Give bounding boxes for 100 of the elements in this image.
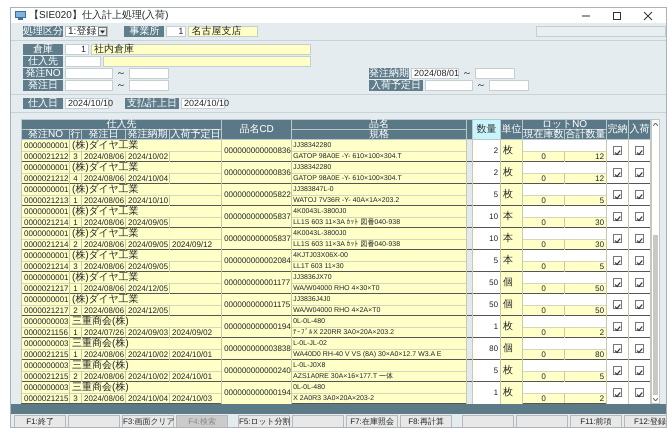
table-cell: 三重商会(株) bbox=[70, 316, 222, 328]
table-cell: 2024/09/02 bbox=[170, 328, 222, 338]
table-cell: 0 bbox=[522, 372, 565, 382]
checkbox[interactable] bbox=[613, 146, 622, 156]
text-field[interactable] bbox=[425, 80, 473, 91]
table-cell: 1 bbox=[472, 382, 501, 404]
table-cell: 000000000000240 bbox=[222, 360, 292, 382]
mode-select[interactable]: 1:登録 bbox=[65, 26, 108, 37]
column-header: 発注納期 bbox=[126, 130, 170, 140]
checkbox[interactable] bbox=[635, 146, 644, 156]
table-cell: 0000000003 bbox=[22, 338, 70, 350]
checkbox[interactable] bbox=[613, 212, 622, 222]
field-label: 事業所 bbox=[124, 26, 164, 37]
column-header: 合計数量 bbox=[564, 130, 607, 140]
date-field[interactable]: 2024/08/01 bbox=[411, 68, 459, 79]
field-label: 発注NO bbox=[23, 68, 63, 79]
text-field[interactable] bbox=[129, 80, 169, 91]
checkbox[interactable] bbox=[635, 366, 644, 376]
monitor-icon bbox=[15, 11, 26, 20]
warehouse-code-field[interactable]: 1 bbox=[65, 44, 89, 55]
table-cell: 1 bbox=[70, 350, 82, 360]
function-key[interactable]: F3:画面クリア bbox=[122, 415, 174, 427]
table-cell: 2024/09/12 bbox=[170, 240, 222, 250]
checkbox[interactable] bbox=[613, 322, 622, 332]
checkbox[interactable] bbox=[613, 344, 622, 354]
table-cell: 0000021215 bbox=[22, 350, 70, 360]
checkbox[interactable] bbox=[613, 234, 622, 244]
scrollbar[interactable] bbox=[651, 119, 660, 404]
checkbox[interactable] bbox=[613, 256, 622, 266]
checkbox[interactable] bbox=[635, 300, 644, 310]
checkbox[interactable] bbox=[613, 190, 622, 200]
table-cell: 0000000001 bbox=[22, 162, 70, 174]
column-header: 発注NO bbox=[22, 130, 70, 140]
table-cell: 三重商会(株) bbox=[70, 338, 222, 350]
table-cell: 個 bbox=[500, 272, 523, 294]
maximize-icon[interactable] bbox=[611, 10, 623, 20]
checkbox[interactable] bbox=[635, 190, 644, 200]
table-cell: 000000000001177 bbox=[222, 272, 292, 294]
table-cell: 5 bbox=[564, 262, 607, 272]
table-cell: 0000000001 bbox=[22, 206, 70, 218]
table-cell: 50 bbox=[564, 306, 607, 316]
table-cell: 30 bbox=[564, 218, 607, 228]
table-cell: 5 bbox=[472, 360, 501, 382]
checkbox[interactable] bbox=[635, 322, 644, 332]
table-cell: 2024/10/02 bbox=[126, 372, 170, 382]
function-key[interactable]: F11:前項 bbox=[570, 415, 622, 427]
table-cell: 枚 bbox=[500, 316, 523, 338]
checkbox[interactable] bbox=[635, 344, 644, 354]
checkbox[interactable] bbox=[613, 300, 622, 310]
table-cell: 0000021212 bbox=[22, 174, 70, 184]
table-cell: 2 bbox=[472, 162, 501, 184]
function-key[interactable]: F5:ロット分割 bbox=[238, 415, 290, 427]
table-cell: 本 bbox=[500, 206, 523, 228]
table-cell: 50 bbox=[564, 284, 607, 294]
function-key[interactable]: F8:再計算 bbox=[400, 415, 452, 427]
scroll-down-button[interactable] bbox=[652, 395, 660, 403]
table-cell: 2024/08/06 bbox=[82, 350, 126, 360]
checkbox[interactable] bbox=[613, 388, 622, 398]
table-cell: 3 bbox=[70, 394, 82, 404]
table-cell: 4 bbox=[70, 174, 82, 184]
text-field[interactable] bbox=[475, 68, 515, 79]
table-cell: 個 bbox=[500, 294, 523, 316]
checkbox[interactable] bbox=[635, 388, 644, 398]
scroll-up-button[interactable] bbox=[652, 120, 660, 128]
field-label: 倉庫 bbox=[23, 44, 63, 55]
table-cell: 5 bbox=[472, 184, 501, 206]
table-cell: 0000000003 bbox=[22, 382, 70, 394]
table-cell: 0 bbox=[522, 350, 565, 360]
checkbox[interactable] bbox=[613, 366, 622, 376]
table-cell: 0 bbox=[522, 328, 565, 338]
text-field[interactable] bbox=[65, 68, 113, 79]
table-cell: 000000000005837 bbox=[222, 206, 292, 228]
checkbox[interactable] bbox=[613, 278, 622, 288]
text-field[interactable] bbox=[129, 68, 169, 79]
checkbox[interactable] bbox=[635, 212, 644, 222]
table-cell: 0000000003 bbox=[22, 360, 70, 372]
close-icon[interactable] bbox=[642, 10, 654, 20]
checkbox[interactable] bbox=[635, 278, 644, 288]
checkbox[interactable] bbox=[613, 168, 622, 178]
table-cell: 本 bbox=[500, 228, 523, 250]
table-cell: 2024/08/06 bbox=[82, 394, 126, 404]
table-cell: 000000000000194 bbox=[222, 316, 292, 338]
function-key[interactable]: F12:登録 bbox=[624, 415, 666, 427]
office-code-field[interactable]: 1 bbox=[166, 26, 186, 37]
text-field[interactable] bbox=[65, 56, 101, 67]
table-cell: 0000021217 bbox=[22, 284, 70, 294]
range-separator: ～ bbox=[461, 68, 473, 78]
scrollbar-thumb[interactable] bbox=[653, 234, 658, 395]
field-label: 発注日 bbox=[23, 80, 63, 91]
table-cell: 000000000000836 bbox=[222, 140, 292, 162]
table-cell: 0000021214 bbox=[22, 240, 70, 250]
checkbox[interactable] bbox=[635, 234, 644, 244]
checkbox[interactable] bbox=[635, 168, 644, 178]
text-field[interactable] bbox=[489, 80, 529, 91]
table-cell: 000000000001175 bbox=[222, 294, 292, 316]
function-key[interactable]: F1:終了 bbox=[14, 415, 66, 427]
checkbox[interactable] bbox=[635, 256, 644, 266]
text-field[interactable] bbox=[65, 80, 113, 91]
function-key[interactable]: F7:在庫照会 bbox=[346, 415, 398, 427]
table-cell: (株)ダイヤ工業 bbox=[70, 140, 222, 152]
